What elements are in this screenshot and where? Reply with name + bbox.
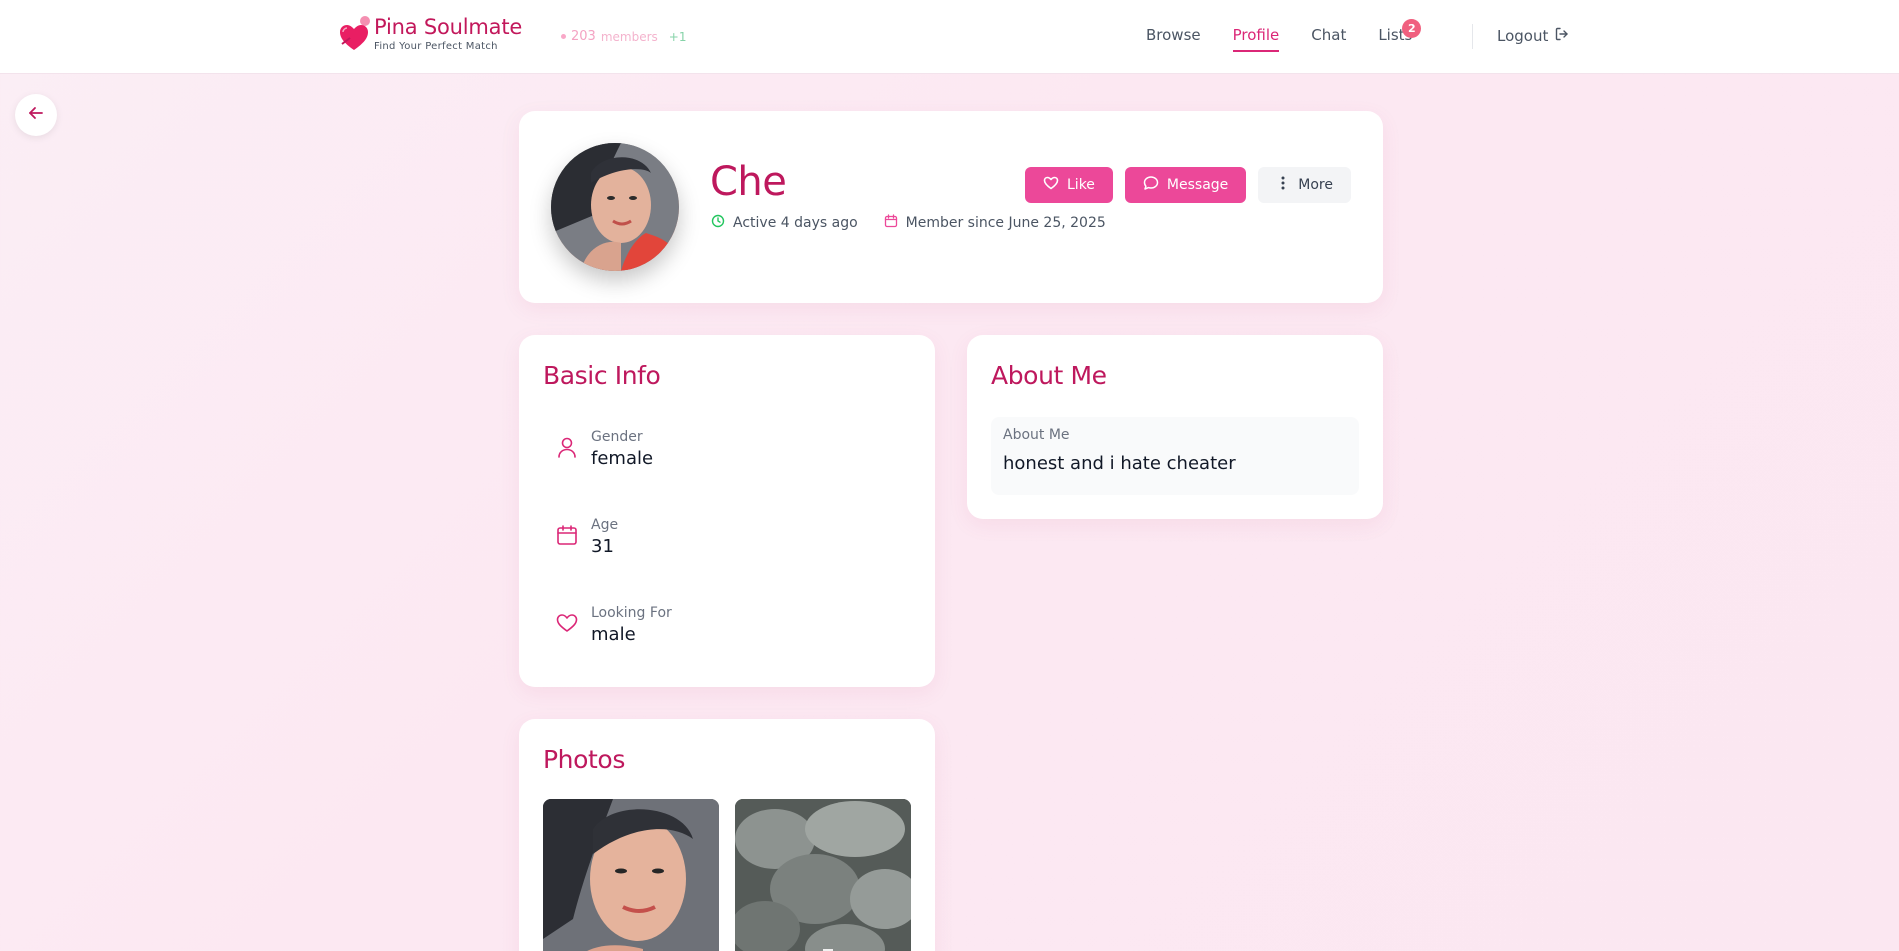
age-label: Age bbox=[591, 517, 619, 533]
about-me-title: About Me bbox=[991, 361, 1107, 390]
person-icon bbox=[543, 423, 591, 471]
avatar[interactable] bbox=[551, 143, 679, 271]
status-dot bbox=[561, 34, 566, 39]
photos-card: Photos bbox=[519, 719, 935, 951]
heart-icon bbox=[543, 599, 591, 647]
member-since: Member since June 25, 2025 bbox=[884, 214, 1106, 232]
about-me-label: About Me bbox=[1003, 427, 1070, 443]
calendar-icon bbox=[543, 511, 591, 559]
info-row-looking-for: Looking For male bbox=[543, 599, 672, 647]
lists-count-badge: 2 bbox=[1402, 19, 1422, 38]
nav-browse-label: Browse bbox=[1146, 26, 1201, 44]
nav-lists[interactable]: Lists 2 bbox=[1378, 19, 1422, 52]
logout-label: Logout bbox=[1497, 27, 1549, 45]
like-button[interactable]: Like bbox=[1025, 167, 1113, 203]
message-button[interactable]: Message bbox=[1124, 167, 1247, 203]
heart-logo-icon bbox=[338, 14, 370, 54]
main-nav: Browse Profile Chat Lists 2 bbox=[1146, 19, 1444, 52]
members-label: members bbox=[600, 29, 658, 44]
about-me-text: honest and i hate cheater bbox=[1003, 453, 1236, 474]
clock-icon bbox=[711, 214, 725, 232]
logout-icon bbox=[1554, 26, 1570, 46]
active-status: Active 4 days ago bbox=[711, 214, 858, 232]
brand-name: Pina Soulmate bbox=[374, 15, 523, 39]
basic-info-card: Basic Info Gender female Age 31 Looking … bbox=[519, 335, 935, 687]
arrow-left-icon bbox=[26, 103, 46, 127]
profile-meta: Active 4 days ago Member since June 25, … bbox=[711, 214, 1132, 232]
gender-label: Gender bbox=[591, 429, 643, 445]
basic-info-title: Basic Info bbox=[543, 361, 661, 390]
member-since-text: Member since June 25, 2025 bbox=[905, 215, 1106, 231]
chat-bubble-icon bbox=[1143, 175, 1159, 195]
profile-header-card: Che Active 4 days ago Member since June … bbox=[519, 111, 1383, 303]
about-me-box: About Me honest and i hate cheater bbox=[991, 417, 1359, 495]
photo-thumbnail[interactable] bbox=[735, 799, 911, 951]
brand-tagline: Find Your Perfect Match bbox=[374, 41, 498, 52]
nav-chat-label: Chat bbox=[1311, 26, 1347, 44]
calendar-icon bbox=[884, 214, 898, 232]
gender-value: female bbox=[591, 448, 654, 469]
nav-profile[interactable]: Profile bbox=[1232, 26, 1280, 52]
nav-profile-label: Profile bbox=[1232, 26, 1280, 44]
photo-thumbnail[interactable] bbox=[543, 799, 719, 951]
message-label: Message bbox=[1166, 177, 1229, 193]
logout-button[interactable]: Logout bbox=[1497, 26, 1570, 46]
nav-browse[interactable]: Browse bbox=[1146, 26, 1201, 52]
more-vertical-icon bbox=[1276, 175, 1290, 195]
info-row-age: Age 31 bbox=[543, 511, 618, 559]
profile-actions: Like Message More bbox=[1025, 167, 1351, 203]
more-label: More bbox=[1298, 177, 1333, 193]
info-row-gender: Gender female bbox=[543, 423, 653, 471]
top-navbar: Pina Soulmate Find Your Perfect Match 20… bbox=[0, 0, 1899, 74]
members-delta: +1 bbox=[668, 29, 687, 44]
looking-for-label: Looking For bbox=[591, 605, 672, 621]
members-count: 203 bbox=[571, 29, 596, 44]
like-label: Like bbox=[1067, 177, 1095, 193]
heart-icon bbox=[1043, 175, 1059, 195]
back-button[interactable] bbox=[15, 94, 57, 136]
brand-logo[interactable]: Pina Soulmate Find Your Perfect Match bbox=[338, 14, 522, 54]
members-counter: 203 members +1 bbox=[561, 29, 686, 44]
age-value: 31 bbox=[591, 536, 614, 557]
about-me-card: About Me About Me honest and i hate chea… bbox=[967, 335, 1383, 519]
nav-divider bbox=[1472, 24, 1473, 49]
profile-name: Che bbox=[710, 159, 787, 205]
looking-for-value: male bbox=[591, 624, 636, 645]
more-button[interactable]: More bbox=[1258, 167, 1351, 203]
active-status-text: Active 4 days ago bbox=[733, 215, 858, 231]
nav-chat[interactable]: Chat bbox=[1311, 26, 1346, 52]
photos-title: Photos bbox=[543, 745, 625, 774]
